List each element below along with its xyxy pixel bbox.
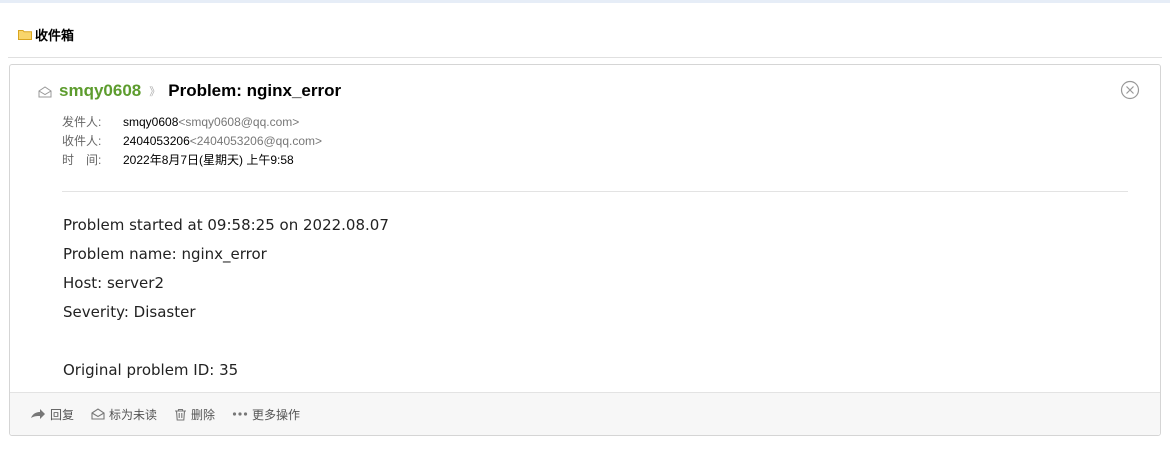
separator-arrow: 》 xyxy=(149,86,161,98)
envelope-open-icon xyxy=(91,408,105,420)
to-email: <2404053206@qq.com> xyxy=(189,134,323,148)
from-name[interactable]: smqy0608 xyxy=(123,113,178,132)
reply-arrow-icon xyxy=(31,409,45,419)
body-line: Severity: Disaster xyxy=(63,303,196,321)
to-row: 收件人: 2404053206 <2404053206@qq.com> xyxy=(62,132,322,151)
time-row: 时 间: 2022年8月7日(星期天) 上午9:58 xyxy=(62,151,322,170)
reply-button[interactable]: 回复 xyxy=(30,406,74,423)
reply-label: 回复 xyxy=(50,407,75,422)
from-label: 发件人: xyxy=(62,115,102,129)
trash-icon xyxy=(175,408,187,421)
header-divider xyxy=(8,57,1162,58)
action-bar: 回复 标为未读 删除 更多操作 xyxy=(10,392,1160,435)
top-border xyxy=(0,0,1170,3)
envelope-icon xyxy=(38,85,52,98)
mail-body: Problem started at 09:58:25 on 2022.08.0… xyxy=(63,211,389,385)
delete-label: 删除 xyxy=(191,407,216,422)
body-line: Host: server2 xyxy=(63,274,165,292)
sender-name[interactable]: smqy0608 xyxy=(59,81,141,101)
delete-button[interactable]: 删除 xyxy=(174,406,215,423)
folder-header: 收件箱 xyxy=(18,24,74,44)
body-line: Original problem ID: 35 xyxy=(63,361,239,379)
time-value: 2022年8月7日(星期天) 上午9:58 xyxy=(123,153,294,167)
folder-icon xyxy=(18,29,32,40)
mail-card: smqy0608 》 Problem: nginx_error 发件人: smq… xyxy=(9,64,1161,436)
more-dots-icon xyxy=(232,412,248,416)
meta-divider xyxy=(62,191,1128,192)
to-name[interactable]: 2404053206 xyxy=(123,132,190,151)
mail-subject: Problem: nginx_error xyxy=(168,81,342,100)
from-row: 发件人: smqy0608 <smqy0608@qq.com> xyxy=(62,113,322,132)
time-label: 时 间: xyxy=(62,153,102,167)
more-actions-label: 更多操作 xyxy=(252,407,301,422)
close-icon[interactable] xyxy=(1120,80,1140,100)
to-label: 收件人: xyxy=(62,134,102,148)
from-email: <smqy0608@qq.com> xyxy=(178,115,300,129)
body-line: Problem started at 09:58:25 on 2022.08.0… xyxy=(63,216,389,234)
mail-meta: 发件人: smqy0608 <smqy0608@qq.com> 收件人: 240… xyxy=(62,113,322,170)
subject-row: smqy0608 》 Problem: nginx_error xyxy=(38,79,341,103)
mark-unread-button[interactable]: 标为未读 xyxy=(91,406,157,423)
body-line: Problem name: nginx_error xyxy=(63,245,267,263)
more-actions-button[interactable]: 更多操作 xyxy=(232,406,300,423)
mark-unread-label: 标为未读 xyxy=(109,407,158,422)
folder-title: 收件箱 xyxy=(35,27,75,43)
body-blank-line xyxy=(63,327,389,356)
